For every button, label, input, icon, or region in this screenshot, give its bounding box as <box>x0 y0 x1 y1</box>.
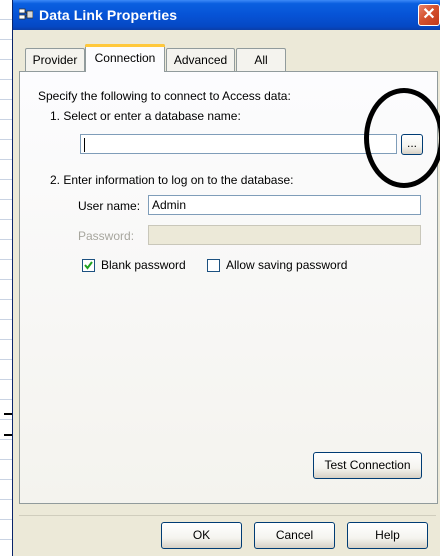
tab-connection[interactable]: Connection <box>85 44 165 72</box>
connection-tab-panel: Specify the following to connect to Acce… <box>19 71 438 504</box>
tab-advanced-label: Advanced <box>173 53 228 67</box>
browse-button[interactable]: ... <box>401 134 423 155</box>
cancel-label: Cancel <box>275 528 314 542</box>
tab-all[interactable]: All <box>236 48 286 71</box>
test-connection-button[interactable]: Test Connection <box>313 452 422 479</box>
intro-text: Specify the following to connect to Acce… <box>38 89 291 103</box>
test-connection-label: Test Connection <box>324 458 411 472</box>
tab-advanced[interactable]: Advanced <box>166 48 235 71</box>
data-link-icon <box>19 8 33 20</box>
text-caret <box>84 137 85 152</box>
footer-divider <box>19 515 436 516</box>
password-label: Password: <box>78 229 135 243</box>
help-button[interactable]: Help <box>347 522 428 549</box>
database-name-input[interactable] <box>80 134 397 154</box>
window-title: Data Link Properties <box>39 7 178 23</box>
background-cell-marker <box>4 413 12 415</box>
allow-saving-password-label[interactable]: Allow saving password <box>226 258 347 272</box>
user-name-label: User name: <box>78 199 141 213</box>
tab-connection-label: Connection <box>94 51 156 65</box>
user-name-input[interactable]: Admin <box>148 195 421 215</box>
tab-provider-label: Provider <box>32 53 78 67</box>
blank-password-label[interactable]: Blank password <box>101 258 186 272</box>
help-label: Help <box>375 528 400 542</box>
data-link-properties-dialog: Data Link Properties ✕ Provider Connecti… <box>12 0 440 556</box>
user-name-value: Admin <box>152 198 187 212</box>
ok-button[interactable]: OK <box>161 522 242 549</box>
blank-password-checkbox[interactable] <box>82 259 95 272</box>
close-icon: ✕ <box>422 6 436 23</box>
ok-label: OK <box>192 528 211 542</box>
step2-label: 2. Enter information to log on to the da… <box>50 173 294 187</box>
tab-all-label: All <box>254 53 268 67</box>
browse-ellipsis-icon: ... <box>406 136 417 150</box>
close-button[interactable]: ✕ <box>418 4 440 26</box>
allow-saving-password-checkbox[interactable] <box>207 259 220 272</box>
title-bar[interactable]: Data Link Properties ✕ <box>13 0 440 30</box>
password-input <box>148 225 421 245</box>
checkmark-icon <box>84 261 93 270</box>
background-cell-marker <box>4 434 12 436</box>
tab-provider[interactable]: Provider <box>25 48 85 71</box>
cancel-button[interactable]: Cancel <box>254 522 335 549</box>
step1-label: 1. Select or enter a database name: <box>50 109 241 123</box>
